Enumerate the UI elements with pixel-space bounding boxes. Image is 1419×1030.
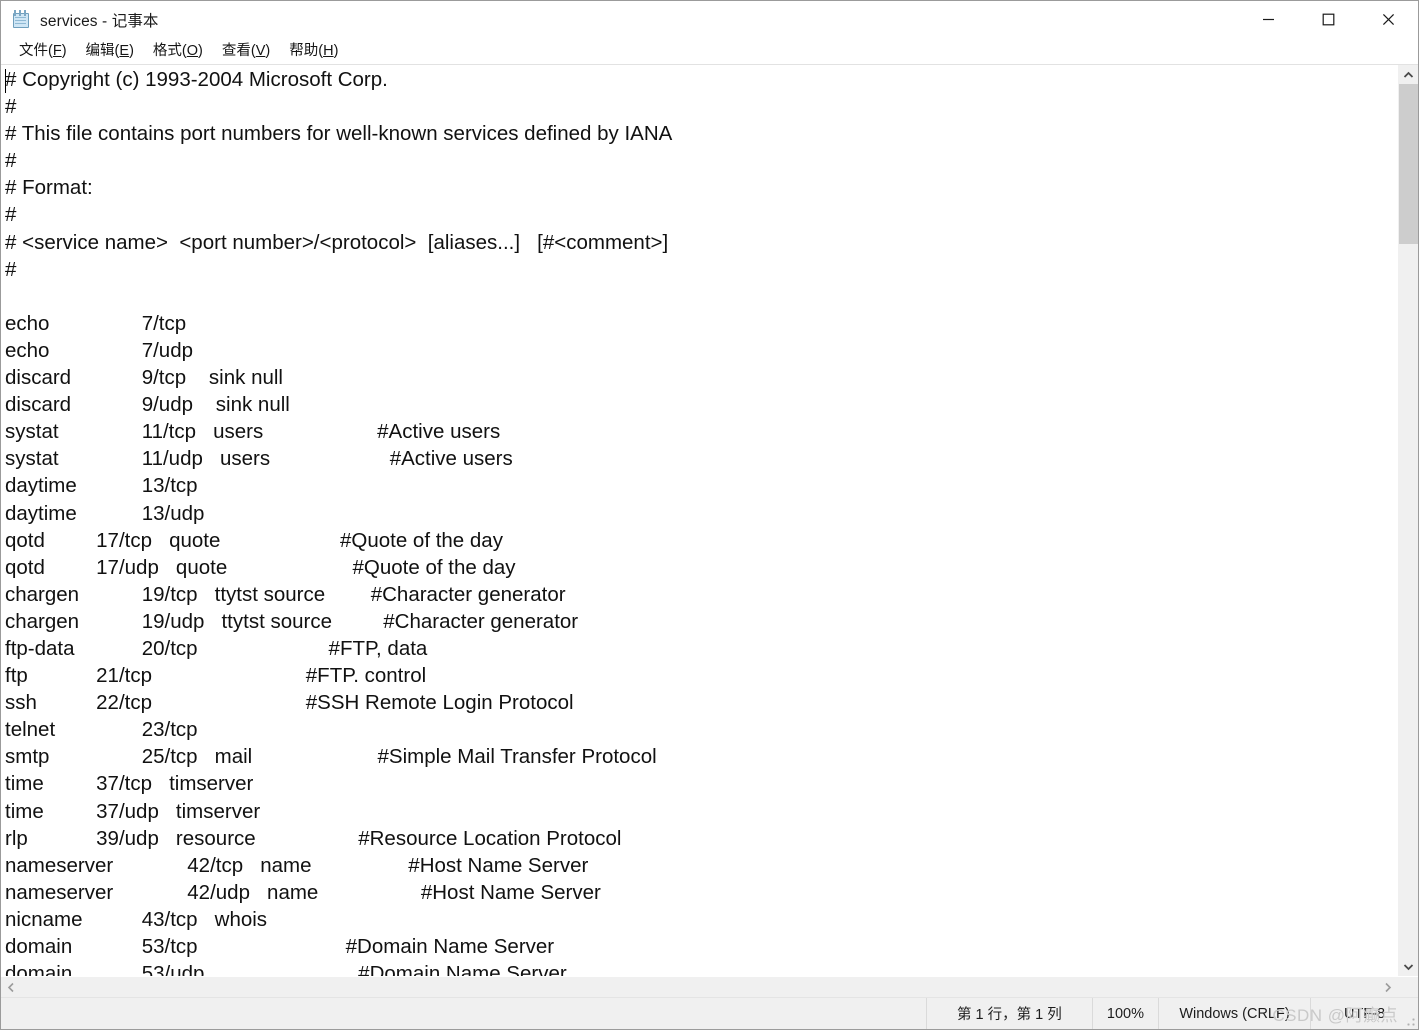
vertical-scroll-track[interactable] xyxy=(1398,84,1418,957)
title-bar[interactable]: services - 记事本 xyxy=(1,1,1418,38)
menu-item-format-text: 格式 xyxy=(152,42,182,59)
menu-item-edit-text: 编辑 xyxy=(85,42,115,59)
title-bar-left: services - 记事本 xyxy=(1,9,159,31)
menu-item-edit-accel: E xyxy=(119,42,130,59)
menu-item-help-accel: H xyxy=(323,42,334,59)
window-title: services - 记事本 xyxy=(40,12,159,30)
resize-grip-icon[interactable] xyxy=(1407,1018,1415,1026)
scroll-up-icon[interactable] xyxy=(1398,65,1418,84)
text-editor[interactable]: # Copyright (c) 1993-2004 Microsoft Corp… xyxy=(1,65,1397,976)
notepad-icon xyxy=(12,10,31,29)
status-encoding[interactable]: UTF-8 xyxy=(1310,998,1418,1029)
scroll-down-icon[interactable] xyxy=(1398,957,1418,976)
menu-item-edit[interactable]: 编辑(E) xyxy=(77,42,144,61)
document-text[interactable]: # Copyright (c) 1993-2004 Microsoft Corp… xyxy=(1,66,1397,976)
menu-bar: 文件(F) 编辑(E) 格式(O) 查看(V) 帮助(H) xyxy=(1,38,1418,64)
scrollbar-corner xyxy=(1397,977,1418,997)
text-caret xyxy=(5,69,6,93)
maximize-button[interactable] xyxy=(1298,1,1358,38)
menu-item-file-text: 文件 xyxy=(19,42,48,59)
menu-item-view[interactable]: 查看(V) xyxy=(213,42,280,61)
scroll-right-icon[interactable] xyxy=(1378,977,1397,997)
status-bar: 第 1 行，第 1 列 100% Windows (CRLF) UTF-8 xyxy=(1,997,1418,1029)
menu-item-format-accel: O xyxy=(186,42,199,59)
status-zoom-level[interactable]: 100% xyxy=(1091,998,1158,1029)
minimize-button[interactable] xyxy=(1238,1,1298,38)
editor-row: # Copyright (c) 1993-2004 Microsoft Corp… xyxy=(1,65,1418,976)
horizontal-scrollbar[interactable] xyxy=(1,976,1418,997)
menu-item-file[interactable]: 文件(F) xyxy=(10,42,77,61)
notepad-window: services - 记事本 文件(F) 编辑(E) 格式(O) 查看(V) 帮… xyxy=(0,0,1419,1030)
menu-item-help[interactable]: 帮助(H) xyxy=(280,42,348,61)
scroll-left-icon[interactable] xyxy=(1,977,20,997)
status-cursor-position: 第 1 行，第 1 列 xyxy=(925,998,1092,1029)
status-line-ending[interactable]: Windows (CRLF) xyxy=(1158,998,1310,1029)
close-button[interactable] xyxy=(1358,1,1418,38)
horizontal-scroll-track[interactable] xyxy=(20,977,1378,997)
menu-item-view-text: 查看 xyxy=(221,42,251,59)
menu-item-help-text: 帮助 xyxy=(289,42,319,59)
menu-item-file-accel: F xyxy=(52,42,62,59)
vertical-scrollbar[interactable] xyxy=(1397,65,1418,976)
vertical-scroll-thumb[interactable] xyxy=(1399,84,1418,244)
window-controls xyxy=(1238,1,1418,38)
menu-item-view-accel: V xyxy=(255,42,266,59)
editor-region: # Copyright (c) 1993-2004 Microsoft Corp… xyxy=(1,64,1418,997)
menu-item-format[interactable]: 格式(O) xyxy=(144,42,213,61)
